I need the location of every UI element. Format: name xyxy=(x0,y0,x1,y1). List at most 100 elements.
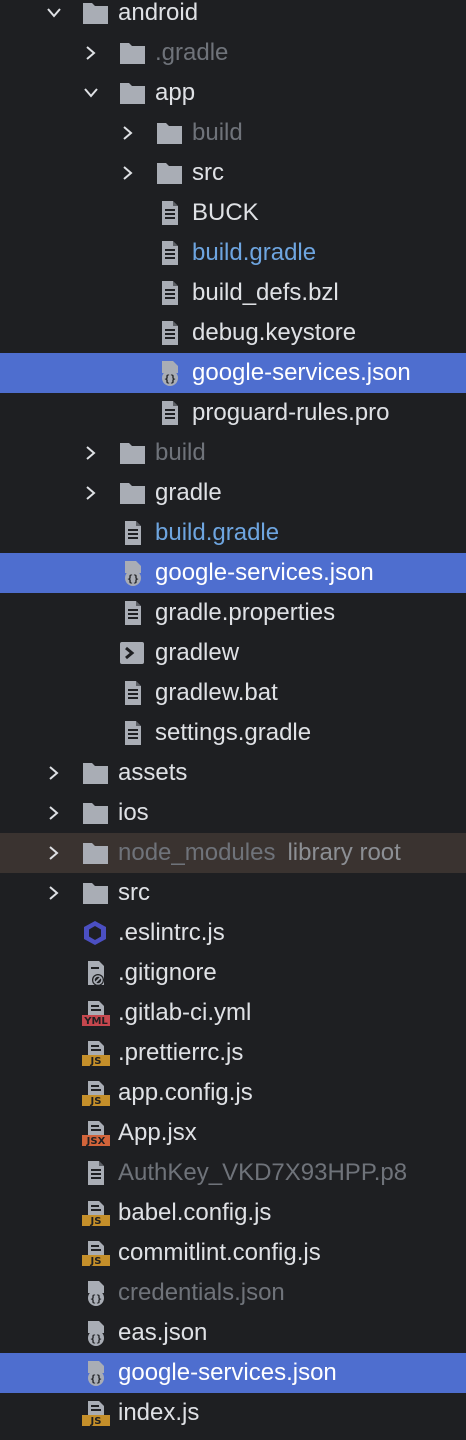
tree-row-build[interactable]: build xyxy=(0,433,466,473)
chevron-down-icon[interactable] xyxy=(46,5,62,21)
eslint-icon xyxy=(80,919,110,947)
tree-row-index-js[interactable]: JS index.js xyxy=(0,1393,466,1433)
folder-icon xyxy=(117,439,147,467)
tree-row-label: build xyxy=(192,119,243,146)
tree-row-node-modules[interactable]: node_modules library root xyxy=(0,833,466,873)
tree-row-label: gradlew xyxy=(155,639,240,666)
svg-text:{}: {} xyxy=(90,1334,102,1345)
tree-row-label: build.gradle xyxy=(155,519,280,546)
tree-row-label: BUCK xyxy=(192,199,259,226)
tree-row-label: commitlint.config.js xyxy=(118,1239,321,1266)
tree-row-ios[interactable]: ios xyxy=(0,793,466,833)
folder-icon xyxy=(80,839,110,867)
svg-text:{}: {} xyxy=(127,574,139,585)
tree-row-commitlint-config-js[interactable]: JS commitlint.config.js xyxy=(0,1233,466,1273)
chevron-right-icon[interactable] xyxy=(83,485,99,501)
tree-row-app-jsx[interactable]: JSX App.jsx xyxy=(0,1113,466,1153)
tree-row-credentials-json[interactable]: {} credentials.json xyxy=(0,1273,466,1313)
svg-text:JS: JS xyxy=(90,1256,102,1267)
tree-row-label: .gradle xyxy=(155,39,229,66)
tree-row-gradle-properties[interactable]: gradle.properties xyxy=(0,593,466,633)
tree-row-google-services-json[interactable]: {} google-services.json xyxy=(0,353,466,393)
tree-row-build[interactable]: build xyxy=(0,113,466,153)
chevron-right-icon[interactable] xyxy=(120,165,136,181)
tree-row-label: index.js xyxy=(118,1399,200,1426)
tree-row-buck[interactable]: BUCK xyxy=(0,193,466,233)
folder-icon xyxy=(80,879,110,907)
tree-row-build-defs-bzl[interactable]: build_defs.bzl xyxy=(0,273,466,313)
json-file-icon: {} xyxy=(80,1359,110,1387)
tree-row-label: android xyxy=(118,0,199,26)
tree-row-eslintrc-js[interactable]: .eslintrc.js xyxy=(0,913,466,953)
tree-row-eas-json[interactable]: {} eas.json xyxy=(0,1313,466,1353)
tree-row-app-config-js[interactable]: JS app.config.js xyxy=(0,1073,466,1113)
chevron-right-icon[interactable] xyxy=(120,125,136,141)
svg-text:JS: JS xyxy=(90,1216,102,1227)
jsx-file-icon: JSX xyxy=(80,1119,110,1147)
tree-row-debug-keystore[interactable]: debug.keystore xyxy=(0,313,466,353)
tree-row-label: node_modules xyxy=(118,839,276,866)
tree-row-label: .eslintrc.js xyxy=(118,919,225,946)
chevron-right-icon[interactable] xyxy=(46,845,62,861)
tree-row-label: credentials.json xyxy=(118,1279,285,1306)
terminal-file-icon xyxy=(117,639,147,667)
svg-text:JSX: JSX xyxy=(86,1136,106,1147)
tree-row-build-gradle[interactable]: build.gradle xyxy=(0,513,466,553)
tree-row-gradlew-bat[interactable]: gradlew.bat xyxy=(0,673,466,713)
tree-row-label: google-services.json xyxy=(155,559,374,586)
text-file-icon xyxy=(80,1159,110,1187)
text-file-icon xyxy=(154,239,184,267)
tree-row-gitignore[interactable]: .gitignore xyxy=(0,953,466,993)
folder-icon xyxy=(80,759,110,787)
library-root-tag: library root xyxy=(287,839,401,866)
js-file-icon: JS xyxy=(80,1199,110,1227)
chevron-right-icon[interactable] xyxy=(46,765,62,781)
chevron-right-icon[interactable] xyxy=(83,45,99,61)
tree-row-babel-config-js[interactable]: JS babel.config.js xyxy=(0,1193,466,1233)
tree-row-proguard-rules-pro[interactable]: proguard-rules.pro xyxy=(0,393,466,433)
tree-row-src[interactable]: src xyxy=(0,873,466,913)
tree-row-label: app xyxy=(155,79,196,106)
tree-row-gradle[interactable]: gradle xyxy=(0,473,466,513)
text-file-icon xyxy=(154,319,184,347)
tree-row-prettierrc-js[interactable]: JS .prettierrc.js xyxy=(0,1033,466,1073)
tree-row-build-gradle[interactable]: build.gradle xyxy=(0,233,466,273)
tree-row-google-services-json[interactable]: {} google-services.json xyxy=(0,1353,466,1393)
json-file-icon: {} xyxy=(117,559,147,587)
tree-row-label: eas.json xyxy=(118,1319,208,1346)
tree-row-label: google-services.json xyxy=(192,359,411,386)
tree-row-src[interactable]: src xyxy=(0,153,466,193)
tree-row-label: .gitlab-ci.yml xyxy=(118,999,252,1026)
tree-row-assets[interactable]: assets xyxy=(0,753,466,793)
tree-row-authkey-vkd7x93hpp-p8[interactable]: AuthKey_VKD7X93HPP.p8 xyxy=(0,1153,466,1193)
tree-row-label: proguard-rules.pro xyxy=(192,399,390,426)
tree-row-google-services-json[interactable]: {} google-services.json xyxy=(0,553,466,593)
chevron-right-icon[interactable] xyxy=(83,445,99,461)
svg-text:{}: {} xyxy=(90,1374,102,1385)
tree-row-app[interactable]: app xyxy=(0,73,466,113)
tree-row-android[interactable]: android xyxy=(0,0,466,33)
tree-row-label: assets xyxy=(118,759,188,786)
json-file-icon: {} xyxy=(80,1319,110,1347)
svg-text:{}: {} xyxy=(90,1294,102,1305)
svg-text:JS: JS xyxy=(90,1416,102,1427)
tree-row-label: settings.gradle xyxy=(155,719,312,746)
tree-row-label: build.gradle xyxy=(192,239,317,266)
tree-row-settings-gradle[interactable]: settings.gradle xyxy=(0,713,466,753)
folder-icon xyxy=(154,119,184,147)
tree-row-gradle[interactable]: .gradle xyxy=(0,33,466,73)
text-file-icon xyxy=(117,679,147,707)
folder-icon xyxy=(117,79,147,107)
tree-row-label: .prettierrc.js xyxy=(118,1039,244,1066)
tree-row-gitlab-ci-yml[interactable]: YML .gitlab-ci.yml xyxy=(0,993,466,1033)
chevron-right-icon[interactable] xyxy=(46,805,62,821)
svg-text:JS: JS xyxy=(90,1056,102,1067)
folder-icon xyxy=(80,799,110,827)
svg-text:JS: JS xyxy=(90,1096,102,1107)
text-file-icon xyxy=(154,279,184,307)
tree-row-gradlew[interactable]: gradlew xyxy=(0,633,466,673)
chevron-right-icon[interactable] xyxy=(46,885,62,901)
folder-icon xyxy=(80,0,110,27)
project-file-tree: android .gradle app build src BUCK build.gradl… xyxy=(0,0,466,1440)
chevron-down-icon[interactable] xyxy=(83,85,99,101)
